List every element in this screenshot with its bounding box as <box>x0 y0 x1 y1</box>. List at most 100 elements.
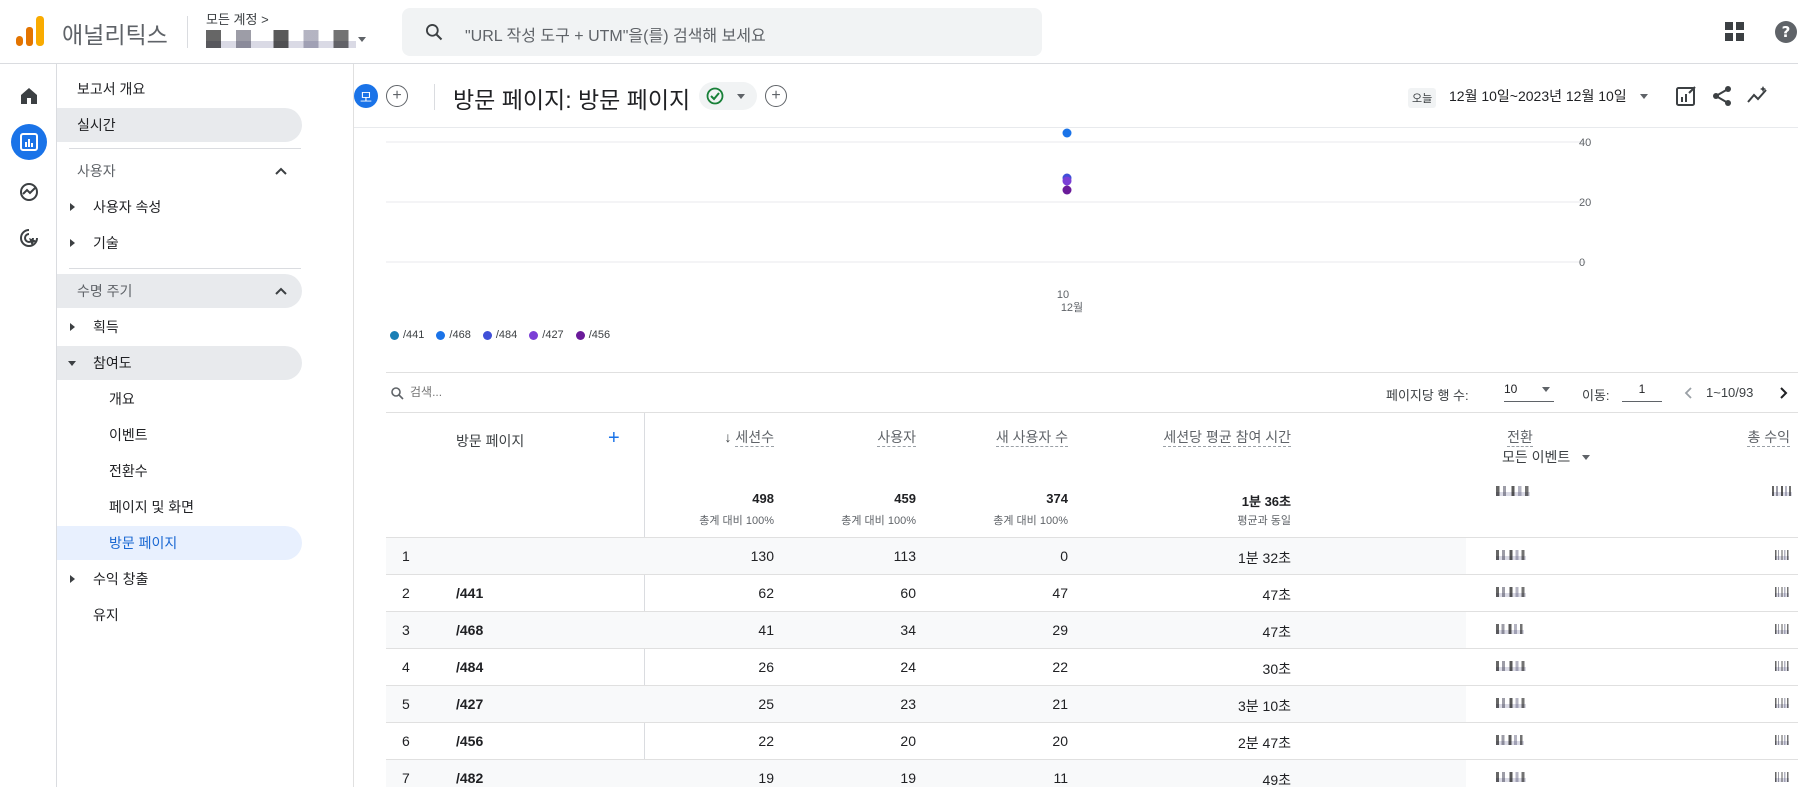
chevron-down-icon[interactable] <box>1640 94 1648 99</box>
add-filter-button[interactable]: + <box>765 85 787 107</box>
cell-index: 3 <box>402 622 410 638</box>
nav-monetization[interactable]: 수익 창출 <box>57 562 302 596</box>
nav-landing-page[interactable]: 방문 페이지 <box>57 526 302 560</box>
explore-button[interactable] <box>11 174 47 210</box>
table-row[interactable]: 4/484 26 24 22 30초 <box>386 648 1798 685</box>
cell-landing-page[interactable]: /456 <box>456 733 606 749</box>
table-row[interactable]: 2/441 62 60 47 47초 <box>386 574 1798 611</box>
cell-sessions: 19 <box>758 770 774 786</box>
insights-icon[interactable] <box>1746 84 1770 108</box>
header-landing-page[interactable]: 방문 페이지 <box>456 431 524 451</box>
account-breadcrumb[interactable]: 모든 계정 > <box>206 9 269 28</box>
advertising-button[interactable] <box>11 220 47 256</box>
share-icon[interactable] <box>1710 84 1734 108</box>
row-shade <box>386 538 1466 574</box>
cell-index: 1 <box>402 548 410 564</box>
nav-section-user[interactable]: 사용자 <box>57 154 302 188</box>
check-circle-icon <box>706 87 724 105</box>
cell-avg-engagement: 1분 32초 <box>1237 550 1291 566</box>
table-row[interactable]: 1 130 113 0 1분 32초 <box>386 537 1798 574</box>
table-row[interactable]: 5/427 25 23 21 3분 10초 <box>386 685 1798 722</box>
nav-engagement[interactable]: 참여도 <box>57 346 302 380</box>
nav-realtime[interactable]: 실시간 <box>57 108 302 142</box>
header-users[interactable]: 사용자 <box>826 427 916 447</box>
nav-section-lifecycle[interactable]: 수명 주기 <box>57 274 302 308</box>
cell-revenue-redacted <box>1775 624 1789 634</box>
cell-avg-engagement: 30초 <box>1262 661 1291 677</box>
cell-revenue-redacted <box>1775 661 1789 671</box>
add-comparison-button[interactable]: + <box>386 85 408 107</box>
legend-label: /484 <box>495 329 518 341</box>
header-avg-engagement[interactable]: 세션당 평균 참여 시간 <box>1106 427 1291 447</box>
cell-new-users: 22 <box>1052 659 1068 675</box>
nav-user-attributes[interactable]: 사용자 속성 <box>57 190 302 224</box>
cell-avg-engagement: 3분 10초 <box>1237 698 1291 714</box>
legend-item[interactable]: /468 <box>436 329 471 341</box>
chevron-up-icon <box>275 287 287 295</box>
data-point-468[interactable] <box>1062 128 1072 138</box>
cell-index: 6 <box>402 733 410 749</box>
top-app-bar: 애널리틱스 모든 계정 > "URL 작성 도구 + UTM"을(를) 검색해 … <box>0 0 1798 64</box>
date-range-picker[interactable]: 12월 10일~2023년 12월 10일 <box>1449 86 1627 106</box>
account-name-redacted <box>206 30 356 48</box>
home-button[interactable] <box>11 78 47 114</box>
table-search-input[interactable] <box>410 385 610 399</box>
nav-pages-screens[interactable]: 페이지 및 화면 <box>57 490 302 524</box>
caret-right-icon <box>70 239 75 247</box>
report-content: 모 + 방문 페이지: 방문 페이지 + 오늘 12월 10일~2023년 12… <box>353 64 1798 787</box>
chevron-right-icon[interactable] <box>1776 386 1790 400</box>
header-conversions[interactable]: 전환 <box>1466 427 1574 447</box>
header-revenue[interactable]: 총 수익 <box>1686 427 1790 447</box>
cell-landing-page[interactable]: /484 <box>456 659 606 675</box>
nav-retention[interactable]: 유지 <box>57 598 302 632</box>
customize-report-icon[interactable] <box>1674 84 1698 108</box>
legend-label: /427 <box>542 329 564 341</box>
report-status-dropdown[interactable] <box>699 82 757 110</box>
header-new-users[interactable]: 새 사용자 수 <box>946 427 1068 447</box>
nav-label: 사용자 속성 <box>93 199 162 215</box>
total-revenue-redacted <box>1772 486 1792 496</box>
chevron-left-icon[interactable] <box>1682 386 1696 400</box>
reports-button[interactable] <box>11 124 47 160</box>
nav-acquisition[interactable]: 획득 <box>57 310 302 344</box>
header-sessions[interactable]: ↓ 세션수 <box>686 427 774 447</box>
conversion-event-label: 모든 이벤트 <box>1502 449 1571 465</box>
chevron-down-icon <box>358 36 366 42</box>
cell-conversions-redacted <box>1496 735 1524 745</box>
nav-tech[interactable]: 기술 <box>57 226 302 260</box>
nav-reports-overview[interactable]: 보고서 개요 <box>57 72 302 106</box>
data-point-427[interactable] <box>1062 176 1072 186</box>
legend-item[interactable]: /441 <box>390 329 424 341</box>
nav-label: 실시간 <box>77 117 116 133</box>
help-icon[interactable]: ? <box>1774 20 1798 44</box>
analytics-logo-icon[interactable] <box>16 16 44 46</box>
cell-landing-page[interactable]: /427 <box>456 696 606 712</box>
data-point-456[interactable] <box>1062 185 1072 195</box>
comparison-avatar[interactable]: 모 <box>354 84 378 108</box>
goto-page-input[interactable]: 1 <box>1622 382 1662 402</box>
apps-grid-icon[interactable] <box>1725 22 1745 42</box>
table-row[interactable]: 7/482 19 19 11 49초 <box>386 759 1798 787</box>
cell-landing-page[interactable]: /441 <box>456 585 606 601</box>
cell-new-users: 21 <box>1052 696 1068 712</box>
cell-landing-page[interactable]: /482 <box>456 770 606 786</box>
table-row[interactable]: 6/456 22 20 20 2분 47초 <box>386 722 1798 759</box>
legend-item[interactable]: /427 <box>529 329 564 341</box>
nav-events[interactable]: 이벤트 <box>57 418 302 452</box>
legend-item[interactable]: /484 <box>482 329 518 341</box>
legend-item[interactable]: /456 <box>575 329 610 341</box>
nav-engagement-overview[interactable]: 개요 <box>57 382 302 416</box>
cell-landing-page[interactable]: /468 <box>456 622 606 638</box>
rows-per-page-select[interactable]: 10 <box>1504 382 1554 402</box>
add-dimension-button[interactable]: + <box>608 427 620 450</box>
search-bar[interactable]: "URL 작성 도구 + UTM"을(를) 검색해 보세요 <box>402 8 1042 56</box>
table-row[interactable]: 3/468 41 34 29 47초 <box>386 611 1798 648</box>
conversion-event-selector[interactable]: 모든 이벤트 <box>1502 447 1591 467</box>
nav-label: 유지 <box>93 607 119 623</box>
nav-conversions[interactable]: 전환수 <box>57 454 302 488</box>
cell-new-users: 11 <box>1053 770 1068 786</box>
account-selector[interactable] <box>206 27 366 51</box>
cell-revenue-redacted <box>1775 698 1789 708</box>
x-tick-month: 12월 <box>1061 301 1083 314</box>
rows-per-page-label: 페이지당 행 수: <box>1386 388 1469 403</box>
